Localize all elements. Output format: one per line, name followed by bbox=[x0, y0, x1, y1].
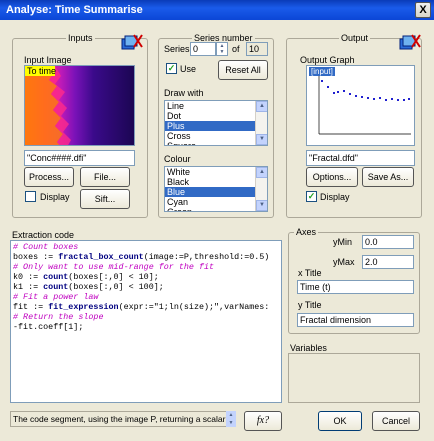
output-display-checkbox[interactable]: ✓ bbox=[306, 191, 317, 202]
series-number-input[interactable]: 0 bbox=[190, 42, 216, 56]
draw-with-option-cross[interactable]: Cross bbox=[165, 131, 267, 141]
input-image-settings-icon[interactable] bbox=[120, 33, 144, 53]
use-label: Use bbox=[180, 64, 197, 74]
code-line: # Return the slope bbox=[13, 312, 104, 322]
input-image-preview[interactable]: To time bbox=[24, 65, 135, 146]
file-button[interactable]: File... bbox=[80, 167, 130, 187]
series-total-field: 10 bbox=[246, 42, 268, 56]
input-image-label: Input Image bbox=[24, 55, 72, 65]
series-label: Series bbox=[164, 44, 190, 54]
code-line: # Count boxes bbox=[13, 242, 79, 252]
ok-button[interactable]: OK bbox=[318, 411, 362, 431]
input-filename-field[interactable]: "Conc####.dfi" bbox=[24, 150, 135, 166]
colour-option-cyan[interactable]: Cyan bbox=[165, 197, 267, 207]
colour-scrollbar[interactable]: ▲ ▼ bbox=[255, 167, 267, 211]
x-title-input[interactable]: Time (t) bbox=[297, 280, 414, 294]
extraction-code-editor[interactable]: # Count boxes boxes := fractal_box_count(… bbox=[10, 240, 282, 403]
status-down-icon[interactable]: ▼ bbox=[226, 419, 236, 427]
y-title-label: y Title bbox=[298, 300, 322, 310]
title-bar: Analyse: Time Summarise bbox=[0, 0, 434, 20]
output-graph-plot bbox=[318, 72, 411, 135]
code-line: k1 := count(boxes[:,0] < 100]; bbox=[13, 282, 164, 292]
fx-help-button[interactable]: fx? bbox=[244, 411, 282, 431]
use-checkbox[interactable]: ✓ bbox=[166, 63, 177, 74]
scroll-down-icon[interactable]: ▼ bbox=[256, 134, 267, 145]
draw-with-listbox[interactable]: Line Dot Plus Cross Square ▲ ▼ bbox=[164, 100, 268, 146]
code-line: k0 := count(boxes[:,0] < 10]; bbox=[13, 272, 159, 282]
colour-label: Colour bbox=[164, 154, 191, 164]
code-line: # Fit a power law bbox=[13, 292, 99, 302]
output-graph-label: Output Graph bbox=[300, 55, 355, 65]
close-button[interactable]: X bbox=[415, 2, 431, 18]
fractal-image bbox=[25, 66, 134, 145]
colour-option-blue[interactable]: Blue bbox=[165, 187, 267, 197]
code-status-field: The code segment, using the image P, ret… bbox=[10, 411, 232, 427]
draw-with-option-dot[interactable]: Dot bbox=[165, 111, 267, 121]
draw-with-option-line[interactable]: Line bbox=[165, 101, 267, 111]
colour-listbox[interactable]: White Black Blue Cyan Green ▲ ▼ bbox=[164, 166, 268, 212]
ymin-label: yMin bbox=[333, 237, 353, 247]
variables-box[interactable] bbox=[288, 353, 420, 403]
x-title-label: x Title bbox=[298, 268, 322, 278]
graph-legend-text: [input] bbox=[311, 67, 333, 76]
status-up-icon[interactable]: ▲ bbox=[226, 411, 236, 419]
image-overlay-text: To time bbox=[27, 66, 57, 76]
of-label: of bbox=[232, 44, 240, 54]
close-icon: X bbox=[419, 4, 427, 16]
spin-down-icon[interactable]: ▼ bbox=[217, 49, 227, 55]
code-line: boxes := fractal_box_count(image:=P,thre… bbox=[13, 252, 270, 262]
input-display-checkbox[interactable] bbox=[25, 191, 36, 202]
colour-option-black[interactable]: Black bbox=[165, 177, 267, 187]
ymin-input[interactable]: 0.0 bbox=[362, 235, 414, 249]
scroll-down-icon[interactable]: ▼ bbox=[256, 200, 267, 211]
sift-button[interactable]: Sift... bbox=[80, 189, 130, 209]
output-settings-icon[interactable] bbox=[398, 33, 422, 53]
axes-group-title: Axes bbox=[294, 227, 319, 237]
series-spinner[interactable]: ▲ ▼ bbox=[216, 42, 228, 56]
options-button[interactable]: Options... bbox=[306, 167, 358, 187]
draw-with-scrollbar[interactable]: ▲ ▼ bbox=[255, 101, 267, 145]
output-group-title: Output bbox=[339, 33, 371, 43]
process-button[interactable]: Process... bbox=[24, 167, 74, 187]
code-line: # Only want to use mid-range for the fit bbox=[13, 262, 215, 272]
y-title-input[interactable]: Fractal dimension bbox=[297, 313, 414, 327]
output-filename-field[interactable]: "Fractal.dfd" bbox=[306, 150, 415, 166]
graph-legend: [input] bbox=[309, 67, 335, 76]
save-as-button[interactable]: Save As... bbox=[362, 167, 414, 187]
status-spinner[interactable]: ▲ ▼ bbox=[226, 411, 236, 427]
ymax-label: yMax bbox=[333, 257, 355, 267]
draw-with-label: Draw with bbox=[164, 88, 204, 98]
scroll-up-icon[interactable]: ▲ bbox=[256, 101, 267, 112]
output-graph-preview[interactable]: [input] bbox=[306, 65, 415, 146]
draw-with-option-plus[interactable]: Plus bbox=[165, 121, 267, 131]
code-line: -fit.coeff[1]; bbox=[13, 322, 84, 332]
code-line: fit := fit_expression(expr:="1;ln(size);… bbox=[13, 302, 270, 312]
function-icon: fx? bbox=[256, 415, 270, 426]
variables-label: Variables bbox=[290, 343, 327, 353]
cancel-button[interactable]: Cancel bbox=[372, 411, 420, 431]
input-display-label: Display bbox=[40, 192, 70, 202]
reset-all-button[interactable]: Reset All bbox=[218, 60, 268, 80]
draw-with-option-square[interactable]: Square bbox=[165, 141, 267, 145]
ymax-input[interactable]: 2.0 bbox=[362, 255, 414, 269]
extraction-code-label: Extraction code bbox=[12, 230, 75, 240]
scroll-up-icon[interactable]: ▲ bbox=[256, 167, 267, 178]
colour-option-green[interactable]: Green bbox=[165, 207, 267, 211]
output-display-label: Display bbox=[320, 192, 350, 202]
window-title: Analyse: Time Summarise bbox=[6, 4, 143, 16]
colour-option-white[interactable]: White bbox=[165, 167, 267, 177]
graph-points bbox=[321, 80, 410, 101]
inputs-group-title: Inputs bbox=[66, 33, 95, 43]
